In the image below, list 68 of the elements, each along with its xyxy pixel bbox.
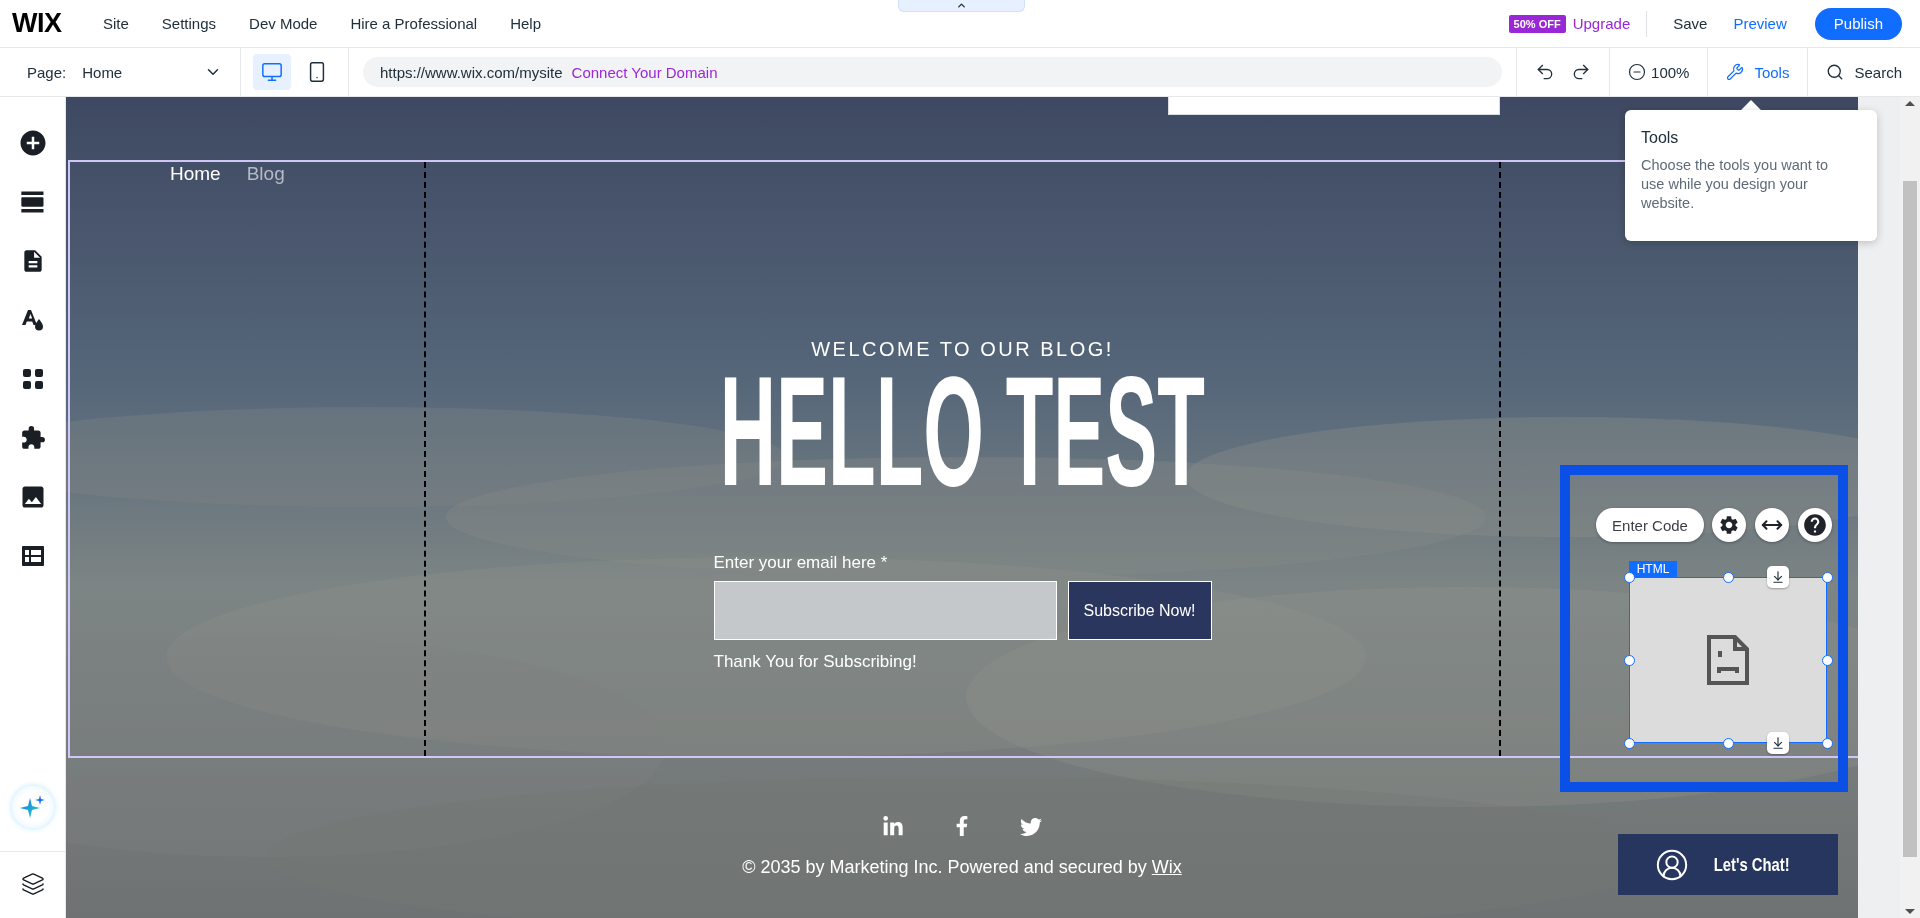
- wrench-icon: [1726, 63, 1745, 81]
- resize-handle[interactable]: [1723, 738, 1734, 749]
- page-dropdown[interactable]: Page: Home: [0, 48, 241, 96]
- email-input-field[interactable]: [713, 581, 1057, 640]
- search-button[interactable]: Search: [1826, 63, 1902, 81]
- chevron-up-icon: [956, 0, 967, 11]
- publish-button[interactable]: Publish: [1814, 7, 1902, 40]
- scrollbar-thumb[interactable]: [1903, 181, 1917, 857]
- layers-icon: [20, 872, 45, 896]
- email-label: Enter your email here *: [713, 553, 889, 573]
- site-url: https://www.wix.com/mysite: [380, 63, 563, 81]
- page-label: Page:: [27, 63, 67, 81]
- resize-handle[interactable]: [1822, 572, 1833, 583]
- html-embed[interactable]: [1629, 577, 1827, 743]
- upgrade-link[interactable]: Upgrade: [1572, 15, 1631, 32]
- menu-item[interactable]: Settings: [161, 15, 217, 32]
- wix-logo[interactable]: WIX: [12, 8, 103, 39]
- thank-you-message: Thank You for Subscribing!: [713, 652, 918, 672]
- resize-handle[interactable]: [1624, 572, 1635, 583]
- copyright-text: © 2035 by Marketing Inc. Powered and secured by Wix: [742, 857, 1182, 878]
- help-icon: [1802, 512, 1828, 538]
- resize-handle[interactable]: [1822, 738, 1833, 749]
- menu-item[interactable]: Dev Mode: [249, 15, 318, 32]
- zoom-button[interactable]: 100%: [1628, 63, 1690, 81]
- nav-link[interactable]: Blog: [246, 163, 285, 185]
- connect-domain-link[interactable]: Connect Your Domain: [571, 63, 718, 81]
- text-drop-icon: [19, 307, 46, 333]
- welcome-text: WELCOME TO OUR BLOG!: [811, 338, 1114, 361]
- nav-link[interactable]: Home: [170, 163, 221, 185]
- scrollbar[interactable]: [1900, 97, 1920, 918]
- resize-handle[interactable]: [1624, 738, 1635, 749]
- tools-button[interactable]: Tools: [1726, 63, 1790, 81]
- download-button[interactable]: [1767, 566, 1789, 588]
- puzzle-icon: [19, 425, 46, 451]
- download-icon: [1771, 736, 1785, 750]
- menu-item[interactable]: Help: [510, 15, 542, 32]
- html-tag: HTML: [1629, 561, 1677, 577]
- twitter-icon: [1020, 816, 1042, 838]
- user-icon: [1655, 847, 1690, 882]
- apps-icon: [20, 367, 45, 391]
- desktop-icon: [261, 61, 283, 83]
- broken-page-icon: [1707, 635, 1749, 685]
- resize-handle[interactable]: [1624, 655, 1635, 666]
- wix-link[interactable]: Wix: [1151, 857, 1182, 877]
- search-icon: [1826, 63, 1845, 81]
- tooltip-title: Tools: [1641, 129, 1680, 147]
- download-button[interactable]: [1767, 732, 1789, 754]
- menu-item[interactable]: Hire a Professional: [350, 15, 478, 32]
- enter-code-button[interactable]: Enter Code: [1596, 508, 1704, 542]
- chat-button[interactable]: Let's Chat!: [1618, 834, 1838, 895]
- zoom-out-icon: [1628, 63, 1647, 81]
- social-link[interactable]: [1020, 816, 1042, 838]
- subscribe-button[interactable]: Subscribe Now!: [1067, 581, 1212, 640]
- resize-handle[interactable]: [1822, 655, 1833, 666]
- social-link[interactable]: [882, 816, 904, 838]
- page-name: Home: [82, 63, 123, 81]
- save-button[interactable]: Save: [1673, 15, 1708, 32]
- settings-icon: [1718, 514, 1740, 536]
- resize-handle[interactable]: [1723, 572, 1734, 583]
- tooltip-text: Choose the tools you want to use while you design your website.: [1641, 156, 1829, 213]
- ai-assistant-button[interactable]: [11, 786, 54, 828]
- table-icon: [20, 545, 45, 567]
- menu-item[interactable]: Site: [103, 15, 129, 32]
- linkedin-icon: [882, 816, 904, 838]
- headline: HELLO TEST: [719, 373, 1206, 489]
- preview-button[interactable]: Preview: [1733, 15, 1787, 32]
- discount-badge: 50% OFF: [1508, 14, 1566, 33]
- download-icon: [1771, 570, 1785, 584]
